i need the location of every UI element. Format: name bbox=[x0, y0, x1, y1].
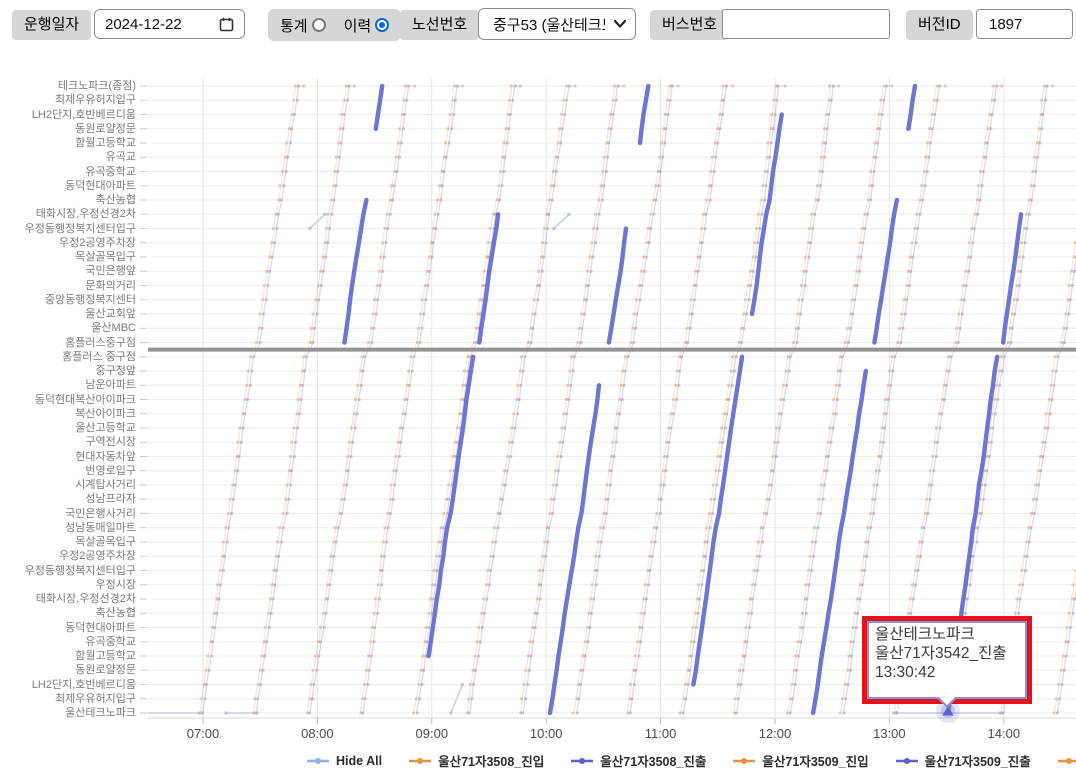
station-label: 동덕현대복산아이파크 bbox=[0, 393, 136, 407]
station-label: 문화의거리 bbox=[0, 279, 136, 293]
time-tick-label: 12:00 bbox=[743, 726, 807, 741]
station-label: 유곡교 bbox=[0, 150, 136, 164]
legend-label: 울산71자3509_진입 bbox=[762, 751, 868, 770]
legend-marker-icon bbox=[895, 755, 919, 767]
time-tick-label: 09:00 bbox=[400, 726, 464, 741]
tooltip-station: 울산테크노파크 bbox=[875, 625, 1019, 644]
legend-label: 울산71자3508_진출 bbox=[600, 751, 706, 770]
legend-marker-icon bbox=[570, 755, 594, 767]
station-label: 유곡중학교 bbox=[0, 635, 136, 649]
station-label: 동덕현대아파트 bbox=[0, 621, 136, 635]
station-label: 홈플러스 중구점 bbox=[0, 350, 136, 364]
station-label: 동덕현대아파트 bbox=[0, 179, 136, 193]
legend-label: Hide All bbox=[336, 754, 382, 768]
time-tick-label: 08:00 bbox=[285, 726, 349, 741]
station-label: 축산농협 bbox=[0, 193, 136, 207]
station-label: 우정2공영주차장 bbox=[0, 549, 136, 563]
station-label: 시계탑사거리 bbox=[0, 478, 136, 492]
time-tick-label: 10:00 bbox=[514, 726, 578, 741]
station-label: 최제우유허지입구 bbox=[0, 692, 136, 706]
station-label: 테크노파크(종점) bbox=[0, 79, 136, 93]
station-label: 태화시장,우정선경2차 bbox=[0, 207, 136, 221]
legend-marker-icon bbox=[306, 755, 330, 767]
legend-label: 울산71자3508_진입 bbox=[438, 751, 544, 770]
station-label: 성남동매일마트 bbox=[0, 521, 136, 535]
legend-item[interactable]: Hide All bbox=[306, 754, 382, 768]
legend-item[interactable]: 울산71자3508_진입 bbox=[408, 751, 544, 770]
station-label: 남운아파트 bbox=[0, 378, 136, 392]
time-tick-label: 13:00 bbox=[857, 726, 921, 741]
legend-label: 울산71자3509_진출 bbox=[925, 751, 1031, 770]
legend-marker-icon bbox=[408, 755, 432, 767]
station-label: LH2단지,호반베르디움 bbox=[0, 678, 136, 692]
time-tick-label: 14:00 bbox=[972, 726, 1036, 741]
legend-item[interactable]: 울산71자3508_진출 bbox=[570, 751, 706, 770]
legend-marker-icon bbox=[1057, 755, 1076, 767]
station-label: 울산교회앞 bbox=[0, 307, 136, 321]
station-label: 우정동행정복지센터입구 bbox=[0, 564, 136, 578]
station-label: 동원로얄정문 bbox=[0, 663, 136, 677]
station-label: 함월고등학교 bbox=[0, 649, 136, 663]
chart-legend: Hide All 울산71자3508_진입 울산71자3508_진출 울산71자… bbox=[306, 751, 1076, 770]
legend-marker-icon bbox=[732, 755, 756, 767]
station-label: 홈플러스중구점 bbox=[0, 336, 136, 350]
station-label: 국민은행사거리 bbox=[0, 507, 136, 521]
legend-item[interactable]: 울산71자3509_진출 bbox=[895, 751, 1031, 770]
station-label: 우정2공영주차장 bbox=[0, 236, 136, 250]
station-label: 현대자동차앞 bbox=[0, 450, 136, 464]
station-label: 목살골목입구 bbox=[0, 250, 136, 264]
station-label: 울산테크노파크 bbox=[0, 706, 136, 720]
legend-item[interactable]: 울산71자3509_진입 bbox=[732, 751, 868, 770]
station-label: LH2단지,호반베르디움 bbox=[0, 108, 136, 122]
time-tick-label: 07:00 bbox=[171, 726, 235, 741]
annotation-highlight-box: 울산테크노파크 울산71자3542_진출 13:30:42 bbox=[862, 616, 1032, 704]
station-label: 중앙동행정복지센터 bbox=[0, 293, 136, 307]
station-label: 성남프라자 bbox=[0, 492, 136, 506]
station-label: 최제우유허지입구 bbox=[0, 93, 136, 107]
chart-tooltip: 울산테크노파크 울산71자3542_진출 13:30:42 bbox=[867, 621, 1027, 699]
station-label: 함월고등학교 bbox=[0, 136, 136, 150]
tooltip-time: 13:30:42 bbox=[875, 663, 1019, 682]
station-label: 구역전시장 bbox=[0, 435, 136, 449]
station-label: 중구청앞 bbox=[0, 364, 136, 378]
station-label: 우정시장 bbox=[0, 578, 136, 592]
station-label: 유곡중학교 bbox=[0, 165, 136, 179]
station-label: 축산농협 bbox=[0, 606, 136, 620]
station-label: 동원로얄정문 bbox=[0, 122, 136, 136]
bus-history-app: 운행일자 2024-12-22 통계 이력 노선번호 중구53 (울산테크노 bbox=[0, 0, 1076, 780]
station-label: 우정동행정복지센터입구 bbox=[0, 222, 136, 236]
station-label: 복산아이파크 bbox=[0, 407, 136, 421]
station-label: 목살골목입구 bbox=[0, 535, 136, 549]
legend-item[interactable]: 울산71자 bbox=[1057, 751, 1076, 770]
station-label: 번영로입구 bbox=[0, 464, 136, 478]
station-label: 태화시장,우정선경2차 bbox=[0, 592, 136, 606]
station-label: 울산고등학교 bbox=[0, 421, 136, 435]
time-tick-label: 11:00 bbox=[629, 726, 693, 741]
tooltip-series: 울산71자3542_진출 bbox=[875, 644, 1019, 663]
station-label: 울산MBC bbox=[0, 321, 136, 335]
station-label: 국민은행앞 bbox=[0, 264, 136, 278]
